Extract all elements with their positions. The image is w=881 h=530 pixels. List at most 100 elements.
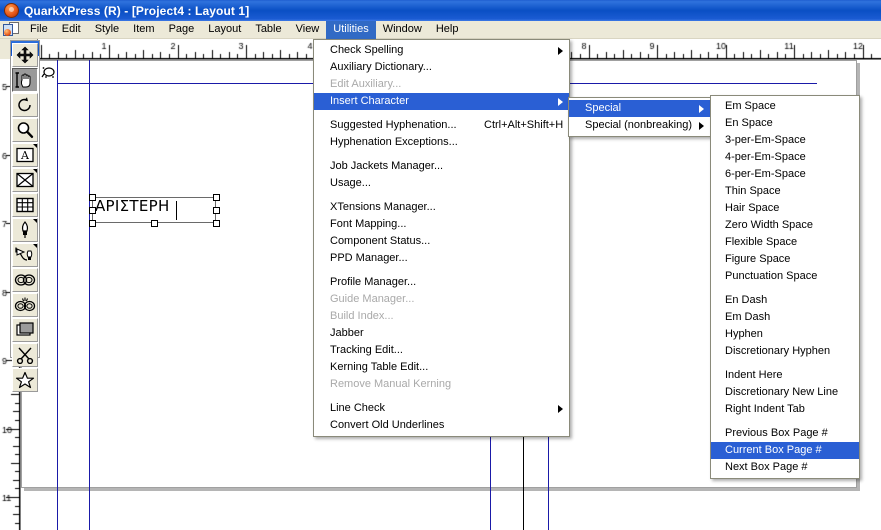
rotation-icon [16, 96, 34, 114]
tool-popup-arrow-icon[interactable] [33, 144, 37, 148]
submenu-arrow-icon [699, 122, 704, 130]
utilities-menu-item-kerning-table-edit[interactable]: Kerning Table Edit... [314, 359, 569, 376]
menubar-item-page[interactable]: Page [162, 21, 202, 39]
document-icon[interactable] [3, 22, 19, 37]
special-item-hair-space[interactable]: Hair Space [711, 200, 859, 217]
menu-item-label: Next Box Page # [725, 461, 808, 473]
menubar-item-item[interactable]: Item [126, 21, 161, 39]
special-item-figure-space[interactable]: Figure Space [711, 251, 859, 268]
window-title: QuarkXPress (R) - [Project4 : Layout 1] [24, 3, 250, 18]
picture-box-tool[interactable] [12, 168, 38, 192]
utilities-menu-item-profile-manager[interactable]: Profile Manager... [314, 274, 569, 291]
special-item-previous-box-page[interactable]: Previous Box Page # [711, 425, 859, 442]
utilities-menu-item-xtensions-manager[interactable]: XTensions Manager... [314, 199, 569, 216]
zoom-tool[interactable] [12, 118, 38, 142]
bezier-pen-tool[interactable] [12, 243, 38, 267]
composition-zones-icon [16, 322, 34, 338]
textbox-handle-bl[interactable] [89, 220, 96, 227]
utilities-menu-item-convert-old-underlines[interactable]: Convert Old Underlines [314, 417, 569, 434]
menubar-item-utilities[interactable]: Utilities [326, 20, 376, 39]
menu-item-label: Usage... [330, 177, 371, 189]
special-item-em-dash[interactable]: Em Dash [711, 309, 859, 326]
linking-icon [14, 273, 36, 287]
linking-tool[interactable] [12, 268, 38, 292]
utilities-menu-item-usage[interactable]: Usage... [314, 175, 569, 192]
special-item-em-space[interactable]: Em Space [711, 98, 859, 115]
special-item-en-dash[interactable]: En Dash [711, 292, 859, 309]
special-item-en-space[interactable]: En Space [711, 115, 859, 132]
menubar-item-edit[interactable]: Edit [55, 21, 88, 39]
utilities-menu-item-job-jackets-manager[interactable]: Job Jackets Manager... [314, 158, 569, 175]
special-item-3-per-em-space[interactable]: 3-per-Em-Space [711, 132, 859, 149]
utilities-dropdown-menu[interactable]: Check Spelling Auxiliary Dictionary... Edi… [313, 39, 570, 437]
tables-tool[interactable] [12, 193, 38, 217]
special-item-discretionary-new-line[interactable]: Discretionary New Line [711, 384, 859, 401]
special-item-hyphen[interactable]: Hyphen [711, 326, 859, 343]
textbox-handle-tl[interactable] [89, 194, 96, 201]
text-insertion-glyph [41, 67, 55, 78]
scissors-tool[interactable] [12, 343, 38, 367]
utilities-menu-item-line-check[interactable]: Line Check [314, 400, 569, 417]
menubar-item-help[interactable]: Help [429, 21, 466, 39]
special-item-4-per-em-space[interactable]: 4-per-Em-Space [711, 149, 859, 166]
star-shape-tool[interactable] [12, 368, 38, 392]
content-hand-tool[interactable] [12, 68, 38, 92]
menu-item-label: Hair Space [725, 202, 780, 214]
special-item-flexible-space[interactable]: Flexible Space [711, 234, 859, 251]
item-tool[interactable] [12, 43, 38, 67]
tool-popup-arrow-icon[interactable] [33, 244, 37, 248]
utilities-menu-item-font-mapping[interactable]: Font Mapping... [314, 216, 569, 233]
bezier-pen-icon [15, 246, 35, 264]
menubar-item-window[interactable]: Window [376, 21, 429, 39]
menubar-item-table[interactable]: Table [248, 21, 288, 39]
textbox-handle-mr[interactable] [213, 207, 220, 214]
special-item-punctuation-space[interactable]: Punctuation Space [711, 268, 859, 285]
special-item-current-box-page[interactable]: Current Box Page # [711, 442, 859, 459]
special-item-next-box-page[interactable]: Next Box Page # [711, 459, 859, 476]
textbox-handle-br[interactable] [213, 220, 220, 227]
tool-popup-arrow-icon[interactable] [33, 169, 37, 173]
insert-character-item-special[interactable]: Special [569, 100, 710, 117]
menubar-item-layout[interactable]: Layout [201, 21, 248, 39]
utilities-menu-item-insert-character[interactable]: Insert Character [314, 93, 569, 110]
rotation-tool[interactable] [12, 93, 38, 117]
special-item-indent-here[interactable]: Indent Here [711, 367, 859, 384]
menu-item-label: Guide Manager... [330, 293, 415, 305]
special-item-zero-width-space[interactable]: Zero Width Space [711, 217, 859, 234]
utilities-menu-item-ppd-manager[interactable]: PPD Manager... [314, 250, 569, 267]
menubar-item-style[interactable]: Style [88, 21, 126, 39]
special-item-thin-space[interactable]: Thin Space [711, 183, 859, 200]
utilities-menu-item-hyphenation-exceptions[interactable]: Hyphenation Exceptions... [314, 134, 569, 151]
menubar-item-file[interactable]: File [23, 21, 55, 39]
utilities-menu-item-tracking-edit[interactable]: Tracking Edit... [314, 342, 569, 359]
textbox-handle-bm[interactable] [151, 220, 158, 227]
line-tool[interactable] [12, 218, 38, 242]
special-item-right-indent-tab[interactable]: Right Indent Tab [711, 401, 859, 418]
special-characters-submenu[interactable]: Em Space En Space 3-per-Em-Space 4-per-Em-S… [710, 95, 860, 479]
textbox-handle-tr[interactable] [213, 194, 220, 201]
utilities-menu-item-auxiliary-dictionary[interactable]: Auxiliary Dictionary... [314, 59, 569, 76]
textbox-handle-ml[interactable] [89, 207, 96, 214]
tool-palette: ✕ A [10, 40, 40, 392]
menu-item-label: Figure Space [725, 253, 791, 265]
unlinking-tool[interactable] [12, 293, 38, 317]
insert-character-submenu[interactable]: Special Special (nonbreaking) [568, 97, 711, 137]
insert-character-item-special-nonbreaking[interactable]: Special (nonbreaking) [569, 117, 710, 134]
utilities-menu-item-check-spelling[interactable]: Check Spelling [314, 42, 569, 59]
menubar-item-view[interactable]: View [289, 21, 327, 39]
utilities-menu-item-suggested-hyphenation[interactable]: Suggested Hyphenation... Ctrl+Alt+Shift+H [314, 117, 569, 134]
text-box-content[interactable]: ΑΡΙΣΤΕΡΗ [95, 197, 170, 215]
menu-item-label: Previous Box Page # [725, 427, 828, 439]
menu-item-label: Suggested Hyphenation... [330, 119, 457, 131]
menu-item-label: Job Jackets Manager... [330, 160, 444, 172]
special-item-discretionary-hyphen[interactable]: Discretionary Hyphen [711, 343, 859, 360]
utilities-menu-item-component-status[interactable]: Component Status... [314, 233, 569, 250]
menu-item-label: Build Index... [330, 310, 394, 322]
text-box-tool[interactable]: A [12, 143, 38, 167]
menu-item-label: Kerning Table Edit... [330, 361, 429, 373]
tool-popup-arrow-icon[interactable] [33, 219, 37, 223]
special-item-6-per-em-space[interactable]: 6-per-Em-Space [711, 166, 859, 183]
composition-zones-tool[interactable] [12, 318, 38, 342]
utilities-menu-item-jabber[interactable]: Jabber [314, 325, 569, 342]
menu-item-label: Remove Manual Kerning [330, 378, 452, 390]
